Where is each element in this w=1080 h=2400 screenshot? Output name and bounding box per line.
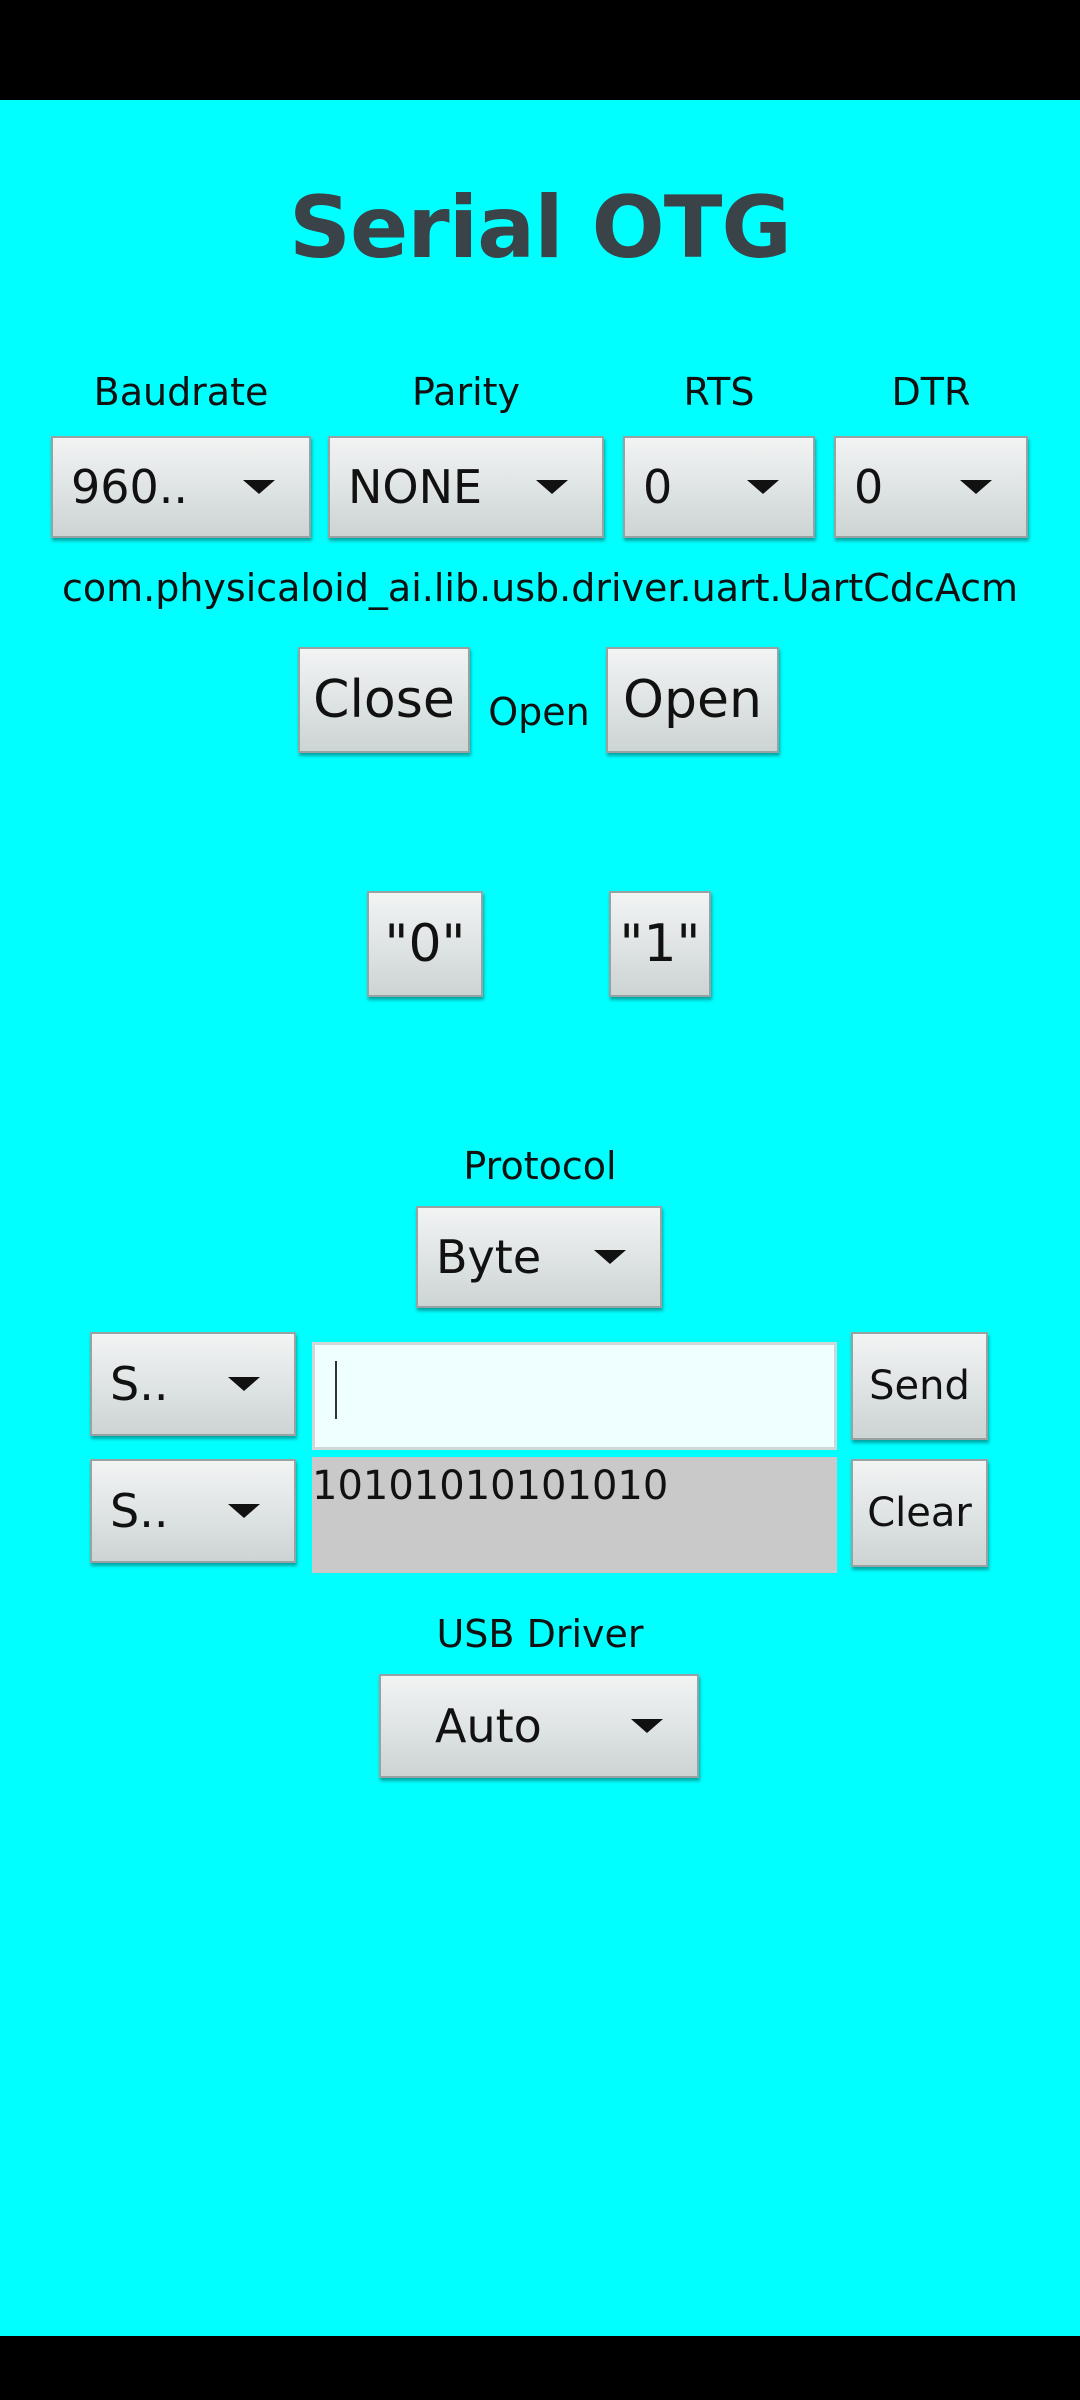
parity-label: Parity (411, 370, 521, 414)
receive-mode-value: S.. (110, 1484, 169, 1538)
triangle-down-icon (594, 1250, 626, 1264)
clear-button[interactable]: Clear (851, 1459, 988, 1567)
triangle-down-icon (228, 1504, 260, 1518)
close-button[interactable]: Close (298, 647, 470, 753)
send-mode-value: S.. (110, 1357, 169, 1411)
triangle-down-icon (747, 480, 779, 494)
parity-value: NONE (348, 460, 483, 514)
dtr-label: DTR (891, 370, 971, 414)
text-cursor (335, 1361, 337, 1419)
send-button[interactable]: Send (851, 1332, 988, 1440)
protocol-label: Protocol (463, 1144, 617, 1188)
app-title: Serial OTG (289, 178, 792, 278)
usb-driver-label: USB Driver (436, 1612, 644, 1656)
triangle-down-icon (243, 480, 275, 494)
send-zero-button[interactable]: "0" (367, 891, 483, 997)
status-bar (0, 0, 1080, 100)
driver-class-text: com.physicaloid_ai.lib.usb.driver.uart.U… (61, 566, 1019, 610)
send-one-button[interactable]: "1" (609, 891, 711, 997)
dtr-dropdown[interactable]: 0 (834, 436, 1028, 538)
rts-label: RTS (683, 370, 755, 414)
dtr-value: 0 (854, 460, 884, 514)
navigation-bar (0, 2336, 1080, 2400)
connection-status: Open (488, 690, 590, 734)
usb-driver-dropdown[interactable]: Auto (379, 1674, 699, 1778)
triangle-down-icon (536, 480, 568, 494)
rts-dropdown[interactable]: 0 (623, 436, 815, 538)
protocol-dropdown[interactable]: Byte (416, 1206, 662, 1308)
triangle-down-icon (631, 1719, 663, 1733)
triangle-down-icon (228, 1377, 260, 1391)
usb-driver-value: Auto (435, 1699, 542, 1753)
triangle-down-icon (960, 480, 992, 494)
send-input[interactable] (312, 1342, 837, 1450)
parity-dropdown[interactable]: NONE (328, 436, 604, 538)
receive-output: 10101010101010 (312, 1457, 837, 1573)
rts-value: 0 (643, 460, 673, 514)
baudrate-value: 960.. (71, 460, 189, 514)
send-mode-dropdown[interactable]: S.. (90, 1332, 296, 1436)
baudrate-label: Baudrate (93, 370, 269, 414)
protocol-value: Byte (436, 1230, 542, 1284)
receive-mode-dropdown[interactable]: S.. (90, 1459, 296, 1563)
open-button[interactable]: Open (606, 647, 779, 753)
baudrate-dropdown[interactable]: 960.. (51, 436, 311, 538)
